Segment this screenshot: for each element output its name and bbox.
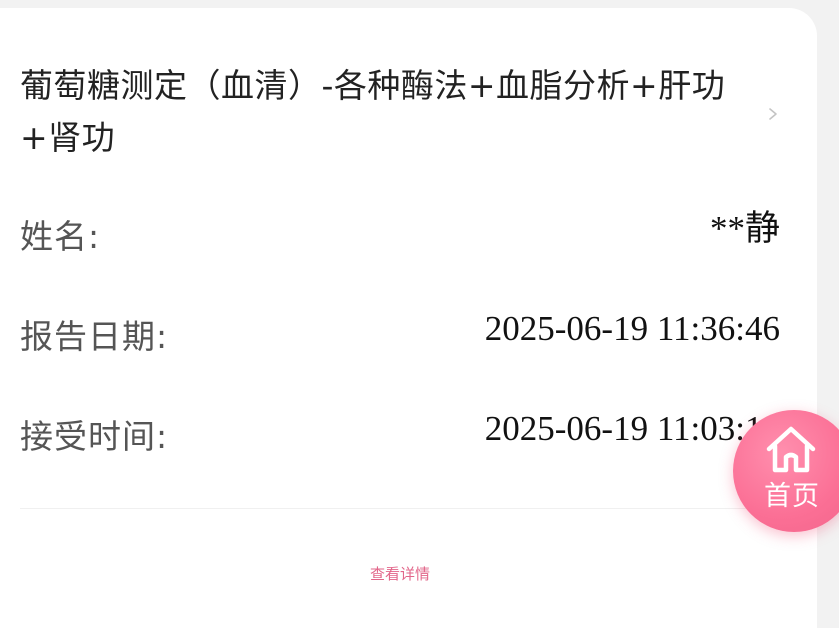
report-title-row[interactable]: 葡萄糖测定（血清）-各种酶法+血脂分析+肝功+肾功 (20, 60, 780, 170)
receive-time-label: 接受时间: (20, 417, 169, 456)
receive-time-value: 2025-06-19 11:03:14 (484, 409, 780, 448)
report-date-value: 2025-06-19 11:36:46 (484, 309, 780, 348)
patient-name-row: 姓名: **静 (20, 209, 780, 262)
home-button[interactable]: 首页 (733, 410, 839, 532)
chevron-right-icon (766, 106, 780, 120)
patient-name-value: **静 (709, 209, 780, 248)
report-card[interactable]: 葡萄糖测定（血清）-各种酶法+血脂分析+肝功+肾功 姓名: **静 报告日期: … (0, 8, 817, 628)
view-details-link[interactable]: 查看详情 (0, 564, 800, 584)
patient-name-label: 姓名: (20, 217, 101, 256)
home-button-label: 首页 (764, 481, 820, 512)
report-date-row: 报告日期: 2025-06-19 11:36:46 (20, 309, 780, 362)
divider (20, 508, 797, 509)
report-title: 葡萄糖测定（血清）-各种酶法+血脂分析+肝功+肾功 (20, 66, 726, 157)
home-icon (763, 424, 819, 476)
receive-time-row: 接受时间: 2025-06-19 11:03:14 (20, 409, 780, 462)
report-date-label: 报告日期: (20, 317, 169, 356)
